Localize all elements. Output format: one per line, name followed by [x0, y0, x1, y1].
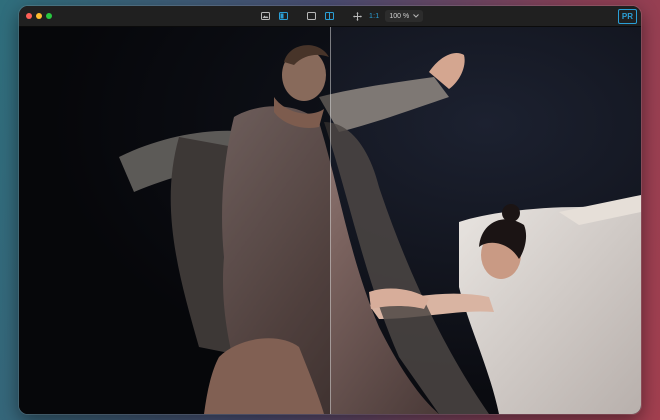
comparison-divider-handle[interactable] — [330, 27, 331, 414]
view-toolbar: 1:1 100 % — [259, 9, 424, 23]
image-icon — [260, 12, 270, 20]
app-badge: PR — [617, 9, 637, 24]
title-bar: 1:1 100 % PR — [19, 6, 641, 27]
move-tool-button[interactable] — [351, 10, 363, 22]
split-view-button[interactable] — [277, 10, 289, 22]
move-icon — [352, 11, 362, 21]
chevron-down-icon — [413, 14, 420, 18]
app-window: 1:1 100 % PR — [19, 6, 641, 414]
single-view-icon — [306, 12, 316, 20]
minimize-window-button[interactable] — [36, 13, 42, 19]
split-view-icon — [278, 12, 288, 20]
zoom-window-button[interactable] — [46, 13, 52, 19]
close-window-button[interactable] — [26, 13, 32, 19]
actual-size-button[interactable]: 1:1 — [369, 13, 379, 20]
compare-view-button[interactable] — [323, 10, 335, 22]
before-image-overlay — [19, 27, 330, 414]
single-view-button[interactable] — [305, 10, 317, 22]
window-controls — [26, 13, 52, 19]
compare-icon — [324, 12, 334, 20]
zoom-value: 100 % — [389, 12, 410, 20]
zoom-select[interactable]: 100 % — [385, 10, 424, 22]
image-canvas[interactable] — [19, 27, 641, 414]
image-view-button[interactable] — [259, 10, 271, 22]
